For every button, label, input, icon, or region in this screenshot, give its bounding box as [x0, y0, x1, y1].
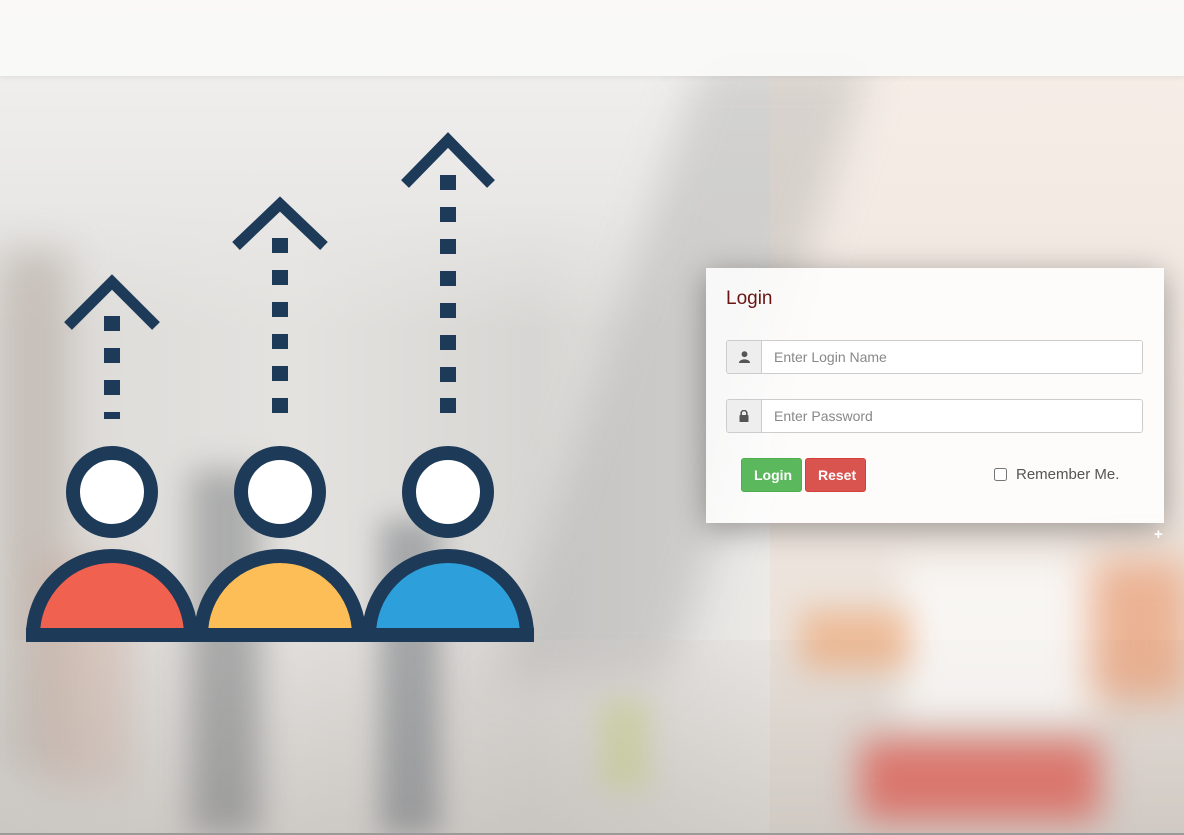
- remember-me-checkbox[interactable]: [994, 468, 1007, 481]
- login-title: Login: [726, 288, 773, 309]
- login-name-input[interactable]: [762, 341, 1142, 373]
- remember-me-label: Remember Me.: [1016, 466, 1120, 483]
- login-button[interactable]: Login: [741, 458, 802, 492]
- growth-illustration: [20, 120, 540, 650]
- password-input[interactable]: [762, 400, 1142, 432]
- remember-me[interactable]: Remember Me.: [994, 466, 1119, 483]
- username-input-group: [726, 340, 1143, 374]
- password-input-group: [726, 399, 1143, 433]
- login-panel: Login Login Reset Remember Me.: [706, 268, 1164, 523]
- user-icon: [727, 341, 762, 373]
- top-header-bar: [0, 0, 1184, 76]
- lock-icon: [727, 400, 762, 432]
- plus-icon: +: [1154, 526, 1163, 543]
- people-growth-arrows-icon: [25, 132, 535, 642]
- reset-button[interactable]: Reset: [805, 458, 866, 492]
